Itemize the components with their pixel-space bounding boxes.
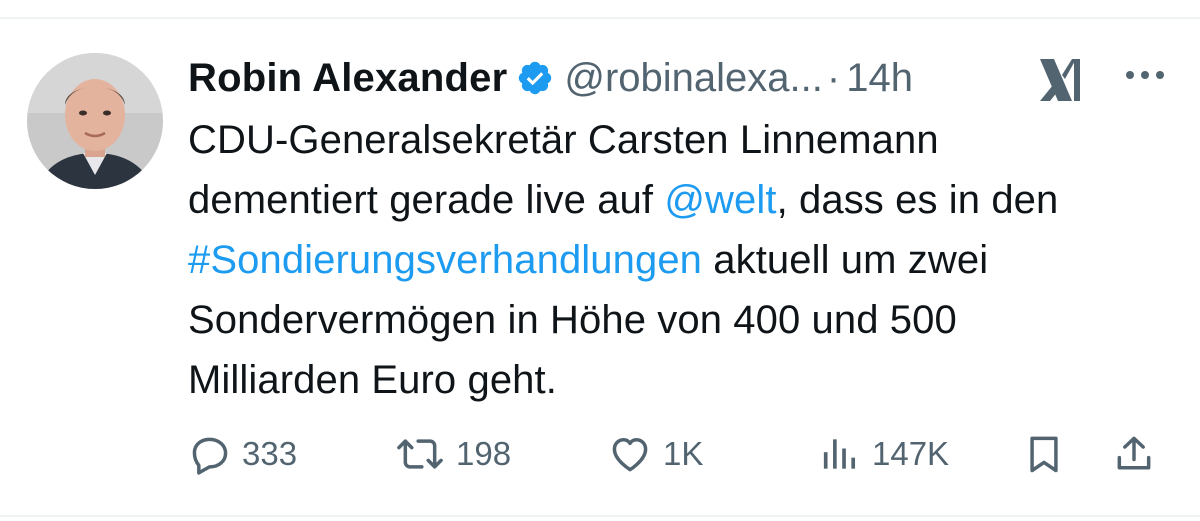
reply-count: 333	[242, 435, 298, 472]
views-button[interactable]: 147K	[818, 424, 949, 484]
tweet-header: Robin Alexander @robinalexa... · 14h	[188, 50, 913, 106]
reply-button[interactable]: 333	[188, 424, 297, 484]
mention-link[interactable]: @welt	[664, 178, 776, 222]
tweet-text: CDU-Generalsekretär Carsten Linnemann de…	[188, 110, 1188, 410]
author-name[interactable]: Robin Alexander	[188, 56, 507, 101]
more-icon[interactable]	[1118, 62, 1172, 88]
share-button[interactable]	[1112, 424, 1156, 484]
avatar[interactable]	[27, 53, 163, 189]
hashtag-link[interactable]: #Sondierungsverhandlungen	[188, 238, 702, 282]
views-count: 147K	[872, 435, 950, 472]
action-bar: 333 198 1K 147K	[0, 424, 1200, 484]
reply-icon	[188, 432, 232, 476]
tweet-text-segment: dementiert gerade live auf	[188, 178, 665, 222]
bookmark-button[interactable]	[1022, 424, 1066, 484]
author-handle[interactable]: @robinalexa...	[564, 56, 823, 101]
tweet-line: dementiert gerade live auf @welt, dass e…	[188, 170, 1188, 230]
bottom-divider	[0, 515, 1200, 517]
tweet-line: CDU-Generalsekretär Carsten Linnemann	[188, 118, 939, 162]
verified-badge-icon[interactable]	[516, 59, 554, 97]
views-icon	[818, 432, 862, 476]
tweet-line: #Sondierungsverhandlungen aktuell um zwe…	[188, 230, 1188, 290]
heart-icon	[607, 432, 653, 476]
bookmark-icon	[1022, 432, 1066, 476]
repost-count: 198	[456, 435, 512, 472]
repost-button[interactable]: 198	[394, 424, 511, 484]
tweet-line: Sondervermögen in Höhe von 400 und 500	[188, 298, 957, 342]
timestamp[interactable]: 14h	[846, 56, 913, 101]
tweet-text-segment: , dass es in den	[776, 178, 1059, 222]
grok-icon[interactable]	[1036, 55, 1090, 105]
like-button[interactable]: 1K	[607, 424, 703, 484]
share-icon	[1112, 432, 1156, 476]
tweet-line: Milliarden Euro geht.	[188, 358, 557, 402]
repost-icon	[394, 432, 446, 476]
like-count: 1K	[663, 435, 704, 472]
top-divider	[0, 17, 1200, 19]
separator-dot: ·	[826, 55, 841, 100]
tweet-text-segment: aktuell um zwei	[702, 238, 989, 282]
